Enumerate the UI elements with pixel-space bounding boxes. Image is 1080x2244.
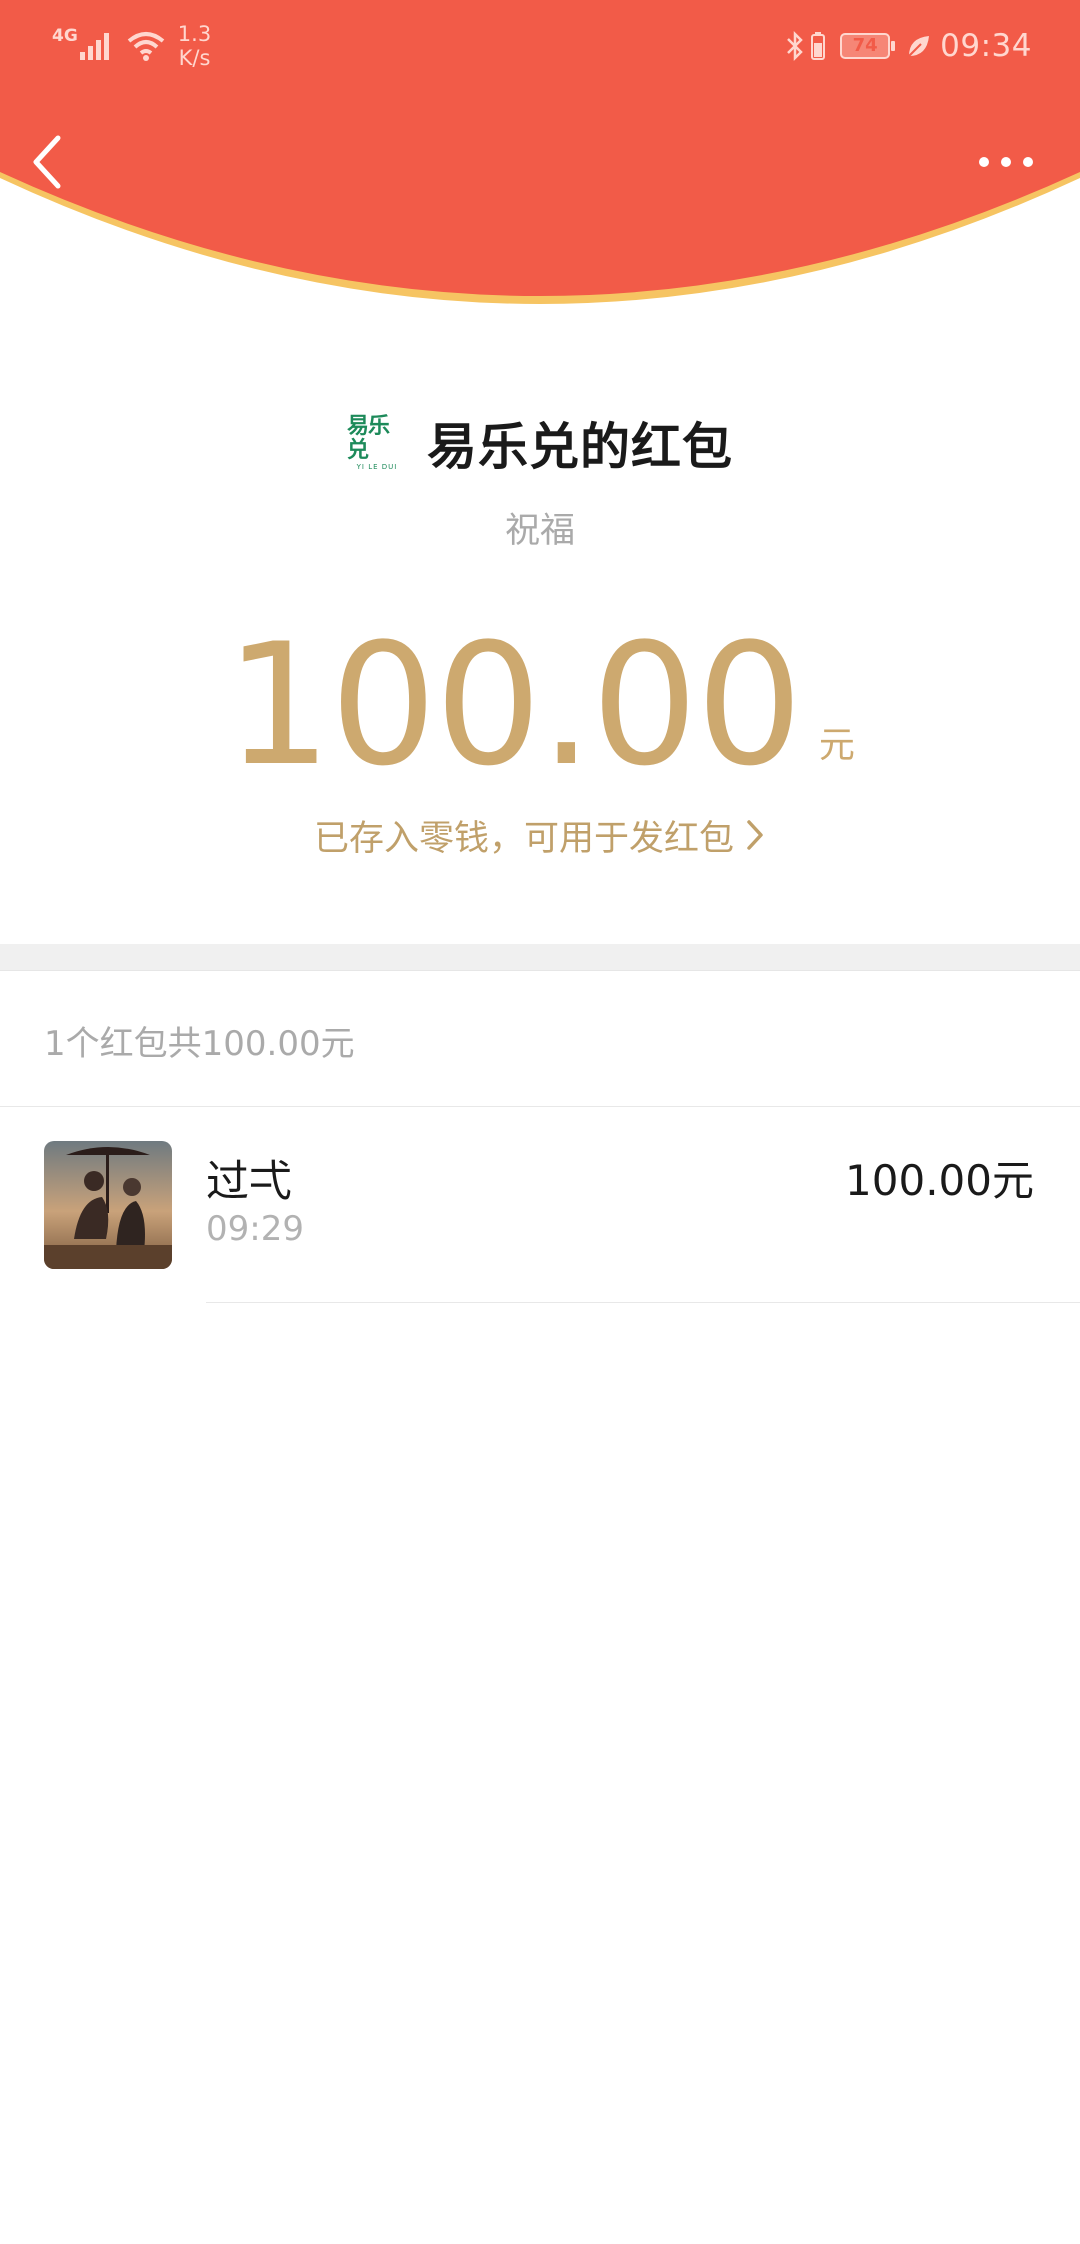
battery-small-icon bbox=[811, 32, 826, 60]
envelope-title: 易乐兑的红包 bbox=[427, 418, 733, 476]
network-speed: 1.3 K/s bbox=[177, 22, 212, 70]
back-arrow-icon[interactable] bbox=[28, 132, 68, 192]
sender-logo: 易乐兑 YI LE DUI bbox=[347, 414, 398, 472]
status-bar: 4G 1.3 K/s 74 09:34 bbox=[0, 0, 1080, 100]
leaf-icon bbox=[908, 36, 930, 57]
blessing-text: 祝福 bbox=[504, 511, 575, 551]
received-amount: 100.00元 bbox=[845, 1156, 1034, 1205]
avatar[interactable] bbox=[44, 1141, 172, 1269]
more-dots-icon[interactable] bbox=[976, 150, 1036, 174]
receive-summary: 1个红包共100.00元 bbox=[44, 1024, 355, 1064]
section-divider bbox=[0, 944, 1080, 971]
receive-time: 09:29 bbox=[206, 1209, 304, 1249]
envelope-title-row: 易乐兑 YI LE DUI 易乐兑的红包 bbox=[0, 408, 1080, 478]
amount-unit: 元 bbox=[818, 725, 855, 766]
chevron-right-icon bbox=[747, 820, 763, 850]
avatar-image bbox=[44, 1141, 172, 1269]
amount-value: 100.00 bbox=[225, 607, 803, 803]
deposit-to-balance-link[interactable]: 已存入零钱，可用于发红包 bbox=[0, 810, 1080, 860]
list-item[interactable]: 过弌 09:29 100.00元 bbox=[0, 1107, 1080, 1303]
clock: 09:34 bbox=[940, 28, 1032, 64]
battery-indicator: 74 bbox=[840, 33, 896, 59]
divider bbox=[206, 1302, 1080, 1303]
recipient-name: 过弌 bbox=[206, 1157, 292, 1207]
deposit-link-text: 已存入零钱，可用于发红包 bbox=[313, 818, 734, 859]
network-type: 4G bbox=[52, 26, 78, 46]
amount-display: 100.00 元 bbox=[0, 620, 1080, 790]
bluetooth-icon bbox=[787, 30, 803, 62]
signal-icon bbox=[79, 33, 109, 60]
wifi-icon bbox=[127, 32, 165, 61]
